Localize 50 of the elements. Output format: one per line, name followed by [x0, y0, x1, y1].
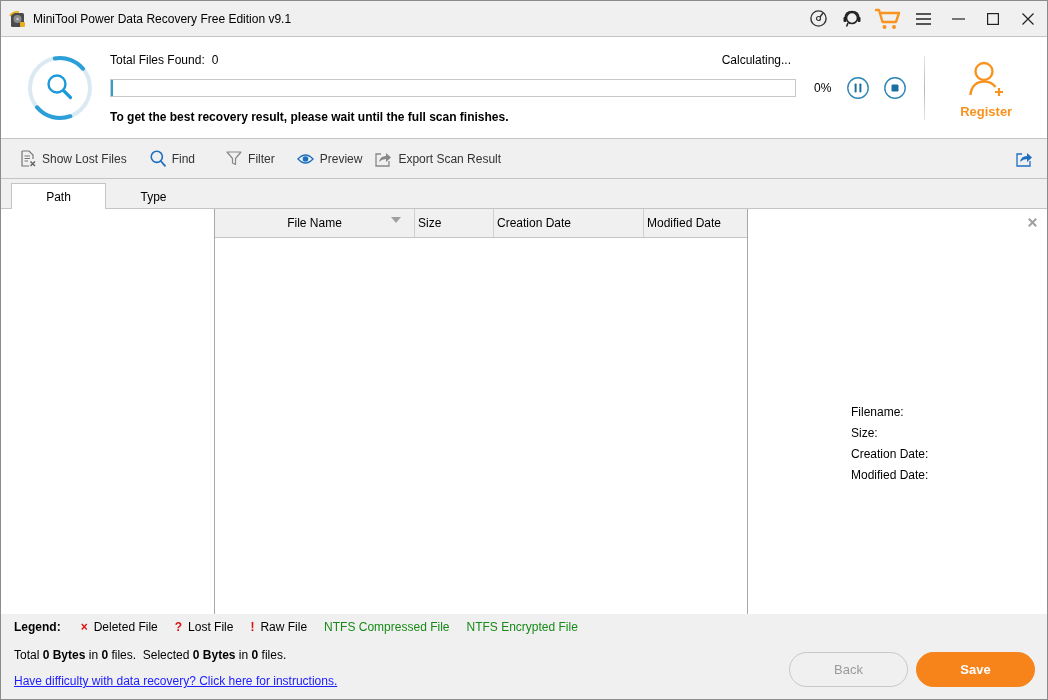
progress-percent: 0%	[814, 81, 832, 95]
stop-icon[interactable]	[884, 77, 907, 99]
legend-label: NTFS Encrypted File	[466, 620, 578, 634]
legend-marker: ?	[174, 620, 183, 634]
sort-caret-icon	[391, 217, 401, 223]
preview-field-label: Modified Date:	[851, 467, 929, 484]
menu-icon[interactable]	[915, 12, 931, 25]
headset-icon[interactable]	[842, 9, 862, 28]
tab[interactable]: Type	[106, 183, 201, 209]
tab[interactable]: Path	[11, 183, 106, 209]
legend-label: Lost File	[188, 620, 234, 634]
legend-marker: !	[250, 620, 255, 634]
window-title: MiniTool Power Data Recovery Free Edition v9.1	[33, 11, 292, 26]
column-header[interactable]: Creation Date	[494, 209, 644, 237]
scan-hint: To get the best recovery result, please wait until the full scan finishes.	[110, 109, 509, 126]
toolbar-button[interactable]: Show Lost Files	[15, 146, 133, 171]
person-plus-icon	[968, 60, 1005, 97]
toolbar-button[interactable]: Export Scan Result	[369, 146, 508, 171]
close-icon[interactable]	[1022, 12, 1034, 25]
export-icon	[375, 150, 393, 167]
pause-icon[interactable]	[847, 77, 870, 99]
help-link[interactable]: Have difficulty with data recovery? Click here for instructions.	[14, 673, 338, 689]
share-icon[interactable]	[1016, 150, 1033, 167]
toolbar-button[interactable]: Find	[143, 146, 202, 171]
funnel-icon	[226, 151, 243, 166]
minimize-icon[interactable]	[952, 17, 965, 20]
toolbar-button[interactable]: Filter	[220, 147, 281, 170]
search-icon	[149, 150, 166, 167]
files-found-label: Total Files Found:	[110, 53, 205, 67]
column-header[interactable]: Size	[415, 209, 494, 237]
magnifier-ring-icon	[27, 54, 93, 121]
eye-icon	[296, 152, 314, 165]
column-header[interactable]: File Name	[215, 209, 415, 237]
legend-marker: ×	[80, 620, 88, 634]
document-x-icon	[21, 150, 36, 167]
drive-icon	[9, 9, 27, 28]
preview-field-label: Filename:	[851, 404, 904, 421]
legend-title: Legend:	[14, 620, 61, 634]
scan-status: Calculating...	[721, 53, 791, 67]
maximize-icon[interactable]	[987, 12, 999, 25]
scan-summary: Total 0 Bytes in 0 files. Selected 0 Bytes in 0 files.	[14, 647, 287, 663]
preview-field-label: Creation Date:	[851, 446, 929, 463]
legend-label: NTFS Compressed File	[324, 620, 450, 634]
legend-label: Raw File	[260, 620, 308, 634]
files-found-count: 0	[211, 53, 219, 67]
column-header[interactable]: Modified Date	[644, 209, 747, 237]
legend-label: Deleted File	[93, 620, 158, 634]
preview-field-label: Size:	[851, 425, 878, 442]
disc-icon[interactable]	[810, 10, 827, 27]
toolbar-button[interactable]: Preview	[290, 147, 369, 170]
